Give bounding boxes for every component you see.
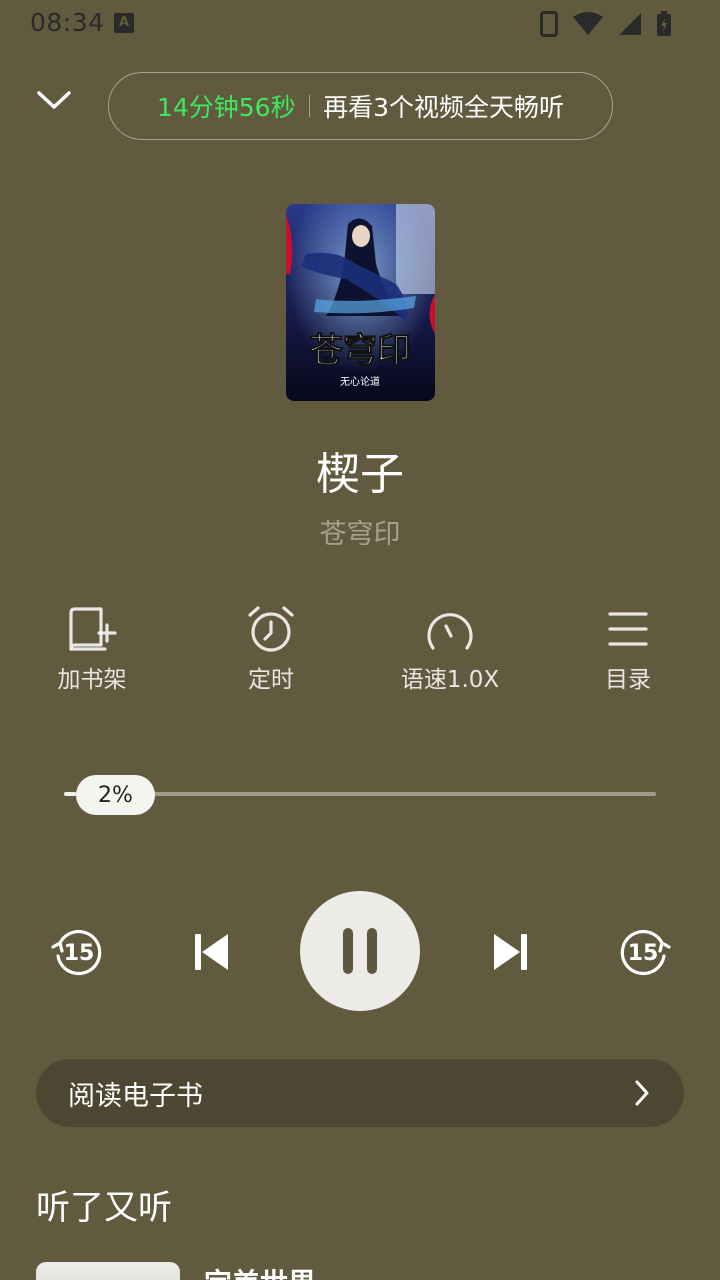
bookshelf-add-icon [65, 604, 119, 654]
collapse-button[interactable] [30, 80, 78, 120]
timer-divider [308, 95, 311, 117]
progress-fill [64, 792, 76, 796]
table-of-contents-button[interactable]: 目录 [548, 604, 708, 694]
skip-next-icon [494, 934, 527, 970]
timer-remaining: 14分钟56秒 [156, 93, 296, 122]
forward-seconds-text: 15 [628, 941, 659, 966]
next-chapter-button[interactable] [484, 924, 540, 980]
action-label: 定时 [248, 667, 294, 693]
chevron-right-icon [635, 1080, 649, 1106]
cellular-signal-icon [619, 13, 641, 35]
battery-icon [657, 11, 671, 36]
section-title: 听了又听 [36, 1188, 172, 1228]
menu-list-icon [601, 604, 655, 654]
notification-a-icon: A [114, 13, 134, 33]
book-cover[interactable]: 苍穹印 无心论道 [286, 204, 435, 401]
status-icons [540, 10, 672, 38]
rewind-15-icon: 15 [51, 929, 102, 976]
add-to-bookshelf-button[interactable]: 加书架 [12, 604, 172, 694]
chevron-down-icon [37, 91, 71, 109]
status-bar: 08:34 A [0, 0, 720, 48]
read-ebook-button[interactable]: 阅读电子书 [36, 1059, 684, 1127]
book-name[interactable]: 苍穹印 [0, 512, 720, 551]
wifi-icon [573, 12, 603, 35]
recommendation-cover[interactable] [36, 1262, 180, 1280]
status-time: 08:34 [30, 8, 105, 37]
alarm-clock-icon [244, 604, 298, 654]
previous-chapter-button[interactable] [182, 924, 238, 980]
chapter-title: 楔子 [316, 449, 404, 500]
player-page: 08:34 A 14分钟56秒 再看3个视频全天畅听 苍穹印 无心论道 楔子 苍… [0, 0, 720, 1280]
speech-speed-button[interactable]: 语速1.0X [370, 604, 530, 694]
phone-icon [540, 11, 558, 37]
forward-15-button[interactable]: 15 [614, 921, 674, 981]
book-cover-art: 苍穹印 无心论道 [286, 204, 435, 401]
cover-title-text: 苍穹印 [309, 331, 411, 371]
pause-icon [343, 928, 377, 974]
action-label: 语速1.0X [400, 667, 500, 693]
rewind-15-button[interactable]: 15 [48, 921, 108, 981]
speedometer-icon [423, 604, 477, 654]
action-label: 目录 [605, 667, 651, 693]
action-label: 加书架 [57, 667, 127, 693]
recommendation-title[interactable]: 完美世界 [204, 1262, 316, 1280]
play-pause-button[interactable] [300, 891, 420, 1011]
sleep-timer-button[interactable]: 定时 [191, 604, 351, 694]
read-ebook-label: 阅读电子书 [68, 1080, 203, 1112]
forward-15-icon: 15 [620, 929, 671, 976]
progress-thumb[interactable]: 2% [76, 775, 155, 815]
skip-previous-icon [195, 934, 228, 970]
cover-author-text: 无心论道 [340, 375, 380, 388]
rewind-seconds-text: 15 [64, 941, 95, 966]
timer-promo-text: 再看3个视频全天畅听 [323, 93, 565, 122]
listening-timer-pill[interactable]: 14分钟56秒 再看3个视频全天畅听 [108, 72, 613, 140]
